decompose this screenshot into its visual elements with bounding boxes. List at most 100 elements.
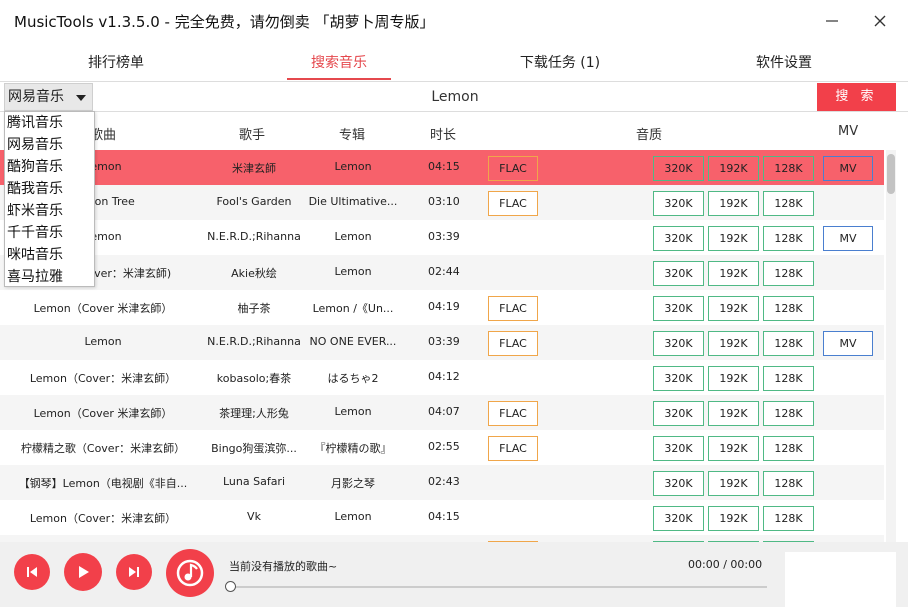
download-128k-button[interactable]: 128K <box>763 436 814 461</box>
download-128k-button[interactable]: 128K <box>763 296 814 321</box>
play-icon <box>79 566 89 578</box>
column-header-artist: 歌手 <box>239 128 266 143</box>
source-option-netease[interactable]: 网易音乐 <box>5 134 94 156</box>
window-title: MusicTools v1.3.5.0 - 完全免费，请勿倒卖 「胡萝卜周专版」 <box>14 13 435 31</box>
download-128k-button[interactable]: 128K <box>763 471 814 496</box>
search-input[interactable] <box>96 83 814 111</box>
song-title: Lemon（Cover 米津玄師） <box>33 302 173 315</box>
source-option-qianqian[interactable]: 千千音乐 <box>5 222 94 244</box>
download-192k-button[interactable]: 192K <box>708 296 759 321</box>
minimize-button[interactable] <box>820 9 844 33</box>
song-title: Lemon <box>84 335 122 348</box>
download-mv-button[interactable]: MV <box>823 156 873 181</box>
source-option-migu[interactable]: 咪咕音乐 <box>5 244 94 266</box>
skip-previous-icon <box>27 567 37 577</box>
source-select[interactable]: 网易音乐 <box>4 83 93 111</box>
download-192k-button[interactable]: 192K <box>708 261 759 286</box>
download-mv-button[interactable]: MV <box>823 331 873 356</box>
download-128k-button[interactable]: 128K <box>763 366 814 391</box>
table-row[interactable]: 【钢琴】Lemon（电视剧《非自... Luna Safari 月影之琴 02:43 3… <box>0 465 884 500</box>
table-row[interactable]: Lemon（Cover 米津玄師） 柚子茶 Lemon /《Un... 04:19 FL… <box>0 290 884 325</box>
progress-knob[interactable] <box>225 581 236 592</box>
download-flac-button[interactable]: FLAC <box>488 331 538 356</box>
download-320k-button[interactable]: 320K <box>653 506 704 531</box>
table-row[interactable]: Lemon (Cover：米津玄師) Akie秋绘 Lemon 02:44 320K 19… <box>0 255 884 290</box>
search-button[interactable]: 搜 索 <box>817 83 896 111</box>
download-192k-button[interactable]: 192K <box>708 331 759 356</box>
results-scrollbar[interactable] <box>886 150 896 542</box>
previous-button[interactable] <box>14 554 50 590</box>
blank-panel <box>785 552 896 607</box>
download-192k-button[interactable]: 192K <box>708 471 759 496</box>
table-row[interactable]: Lemon 米津玄師 Lemon 04:15 FLAC 320K 192K 128K MV <box>0 150 884 185</box>
column-header-duration: 时长 <box>430 128 457 143</box>
download-192k-button[interactable]: 192K <box>708 401 759 426</box>
progress-bar[interactable] <box>225 581 767 592</box>
download-320k-button[interactable]: 320K <box>653 226 704 251</box>
table-row[interactable]: Lemon N.E.R.D.;Rihanna NO ONE EVER... 03:39… <box>0 325 884 360</box>
download-192k-button[interactable]: 192K <box>708 436 759 461</box>
source-option-tencent[interactable]: 腾讯音乐 <box>5 112 94 134</box>
song-duration: 04:19 <box>428 300 460 313</box>
download-128k-button[interactable]: 128K <box>763 506 814 531</box>
download-128k-button[interactable]: 128K <box>763 401 814 426</box>
table-row[interactable]: Lemon（Cover：米津玄師） kobasolo;春茶 はるちゃ2 04:12 32… <box>0 360 884 395</box>
download-192k-button[interactable]: 192K <box>708 506 759 531</box>
play-button[interactable] <box>64 553 102 591</box>
download-flac-button[interactable]: FLAC <box>488 296 538 321</box>
download-192k-button[interactable]: 192K <box>708 226 759 251</box>
tab-downloads[interactable]: 下载任务 (1) <box>500 46 620 80</box>
song-duration: 04:12 <box>428 370 460 383</box>
download-128k-button[interactable]: 128K <box>763 156 814 181</box>
download-128k-button[interactable]: 128K <box>763 226 814 251</box>
song-artist: 米津玄師 <box>232 162 276 175</box>
table-row[interactable]: Lemon（Cover 米津玄師） 茶理理;人形兔 Lemon 04:07 FLAC 32… <box>0 395 884 430</box>
table-row[interactable]: 柠檬精之歌（Cover：米津玄師） Bingo狗蛋滨弥... 『柠檬精の歌』 02:5… <box>0 430 884 465</box>
download-320k-button[interactable]: 320K <box>653 261 704 286</box>
download-320k-button[interactable]: 320K <box>653 366 704 391</box>
download-flac-button[interactable]: FLAC <box>488 191 538 216</box>
download-320k-button[interactable]: 320K <box>653 296 704 321</box>
download-mv-button[interactable]: MV <box>823 226 873 251</box>
song-title: 【钢琴】Lemon（电视剧《非自... <box>18 477 188 490</box>
download-128k-button[interactable]: 128K <box>763 191 814 216</box>
song-duration: 04:07 <box>428 405 460 418</box>
close-button[interactable] <box>868 9 892 33</box>
download-320k-button[interactable]: 320K <box>653 156 704 181</box>
download-flac-button[interactable]: FLAC <box>488 436 538 461</box>
album-art-disc <box>166 549 214 597</box>
table-row[interactable]: Lemon N.E.R.D.;Rihanna Lemon 03:39 320K 192K 1… <box>0 220 884 255</box>
song-artist: 柚子茶 <box>237 302 271 315</box>
song-duration: 03:10 <box>428 195 460 208</box>
download-192k-button[interactable]: 192K <box>708 156 759 181</box>
download-128k-button[interactable]: 128K <box>763 261 814 286</box>
tab-search[interactable]: 搜索音乐 <box>287 46 391 80</box>
download-320k-button[interactable]: 320K <box>653 331 704 356</box>
table-row[interactable]: Lemon Tree Fool's Garden Die Ultimative...… <box>0 185 884 220</box>
download-192k-button[interactable]: 192K <box>708 366 759 391</box>
download-320k-button[interactable]: 320K <box>653 471 704 496</box>
table-row[interactable]: Lemon（Cover：米津玄師） Vk Lemon 04:15 320K 192K 128… <box>0 500 884 535</box>
song-artist: Akie秋绘 <box>231 267 277 280</box>
download-320k-button[interactable]: 320K <box>653 436 704 461</box>
download-192k-button[interactable]: 192K <box>708 191 759 216</box>
song-duration: 04:15 <box>428 160 460 173</box>
song-album: Lemon <box>334 160 372 173</box>
scrollbar-thumb[interactable] <box>887 154 895 194</box>
download-320k-button[interactable]: 320K <box>653 191 704 216</box>
download-flac-button[interactable]: FLAC <box>488 401 538 426</box>
main-tabs: 排行榜单 搜索音乐 下载任务 (1) 软件设置 <box>0 46 908 82</box>
source-option-kugou[interactable]: 酷狗音乐 <box>5 156 94 178</box>
tab-rankings[interactable]: 排行榜单 <box>60 46 172 80</box>
source-option-kuwo[interactable]: 酷我音乐 <box>5 178 94 200</box>
song-duration: 04:15 <box>428 510 460 523</box>
download-320k-button[interactable]: 320K <box>653 401 704 426</box>
next-button[interactable] <box>116 554 152 590</box>
source-option-ximalaya[interactable]: 喜马拉雅 <box>5 266 94 288</box>
source-option-xiami[interactable]: 虾米音乐 <box>5 200 94 222</box>
song-artist: 茶理理;人形兔 <box>219 407 289 420</box>
download-128k-button[interactable]: 128K <box>763 331 814 356</box>
table-row[interactable]: FLAC320K192K128K <box>0 535 884 542</box>
download-flac-button[interactable]: FLAC <box>488 156 538 181</box>
tab-settings[interactable]: 软件设置 <box>728 46 840 80</box>
